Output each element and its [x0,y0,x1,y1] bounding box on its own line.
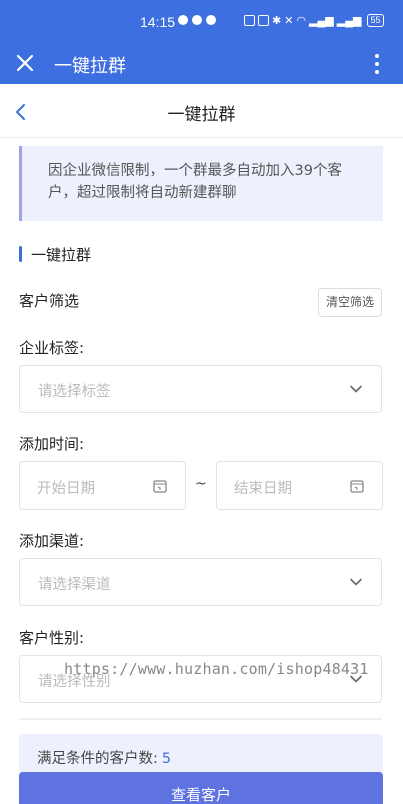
end-date-picker[interactable]: 结束日期 [216,461,383,510]
app-title: 一键拉群 [54,56,126,77]
clear-filter-button[interactable]: 清空筛选 [318,288,382,317]
tag-placeholder: 请选择标签 [38,384,111,400]
gender-label: 客户性别: [19,629,85,647]
start-date-placeholder: 开始日期 [37,481,95,497]
start-date-picker[interactable]: 开始日期 [19,461,186,510]
divider [19,718,382,720]
chat-notification-icon [178,15,188,25]
alarm-icon [258,15,269,26]
calendar-icon [153,480,167,493]
app-header: 一键拉群 [0,44,403,84]
section-title-text: 一键拉群 [31,245,92,264]
section-title: 一键拉群 [19,244,91,264]
page-nav: 一键拉群 [0,84,403,138]
mute-icon: ✕ [284,15,294,27]
signal-2-icon: ▂▄▆ [336,15,362,27]
channel-label: 添加渠道: [19,532,85,550]
more-icon-dot [375,62,379,66]
more-icon-dot [375,54,379,58]
message-notification-icon [206,15,216,25]
date-range-separator: ~ [195,476,207,492]
more-icon-dot [375,70,379,74]
end-date-placeholder: 结束日期 [234,481,292,497]
chevron-down-icon [350,385,362,393]
wifi-icon: ◠ [296,15,307,27]
battery-icon: 55 [367,14,384,27]
status-time: 14:15 [140,14,176,30]
filter-label: 客户筛选 [19,292,80,310]
time-label: 添加时间: [19,435,85,453]
section-accent-bar [19,246,22,262]
limit-notice: 因企业微信限制，一个群最多自动加入39个客户，超过限制将自动新建群聊 [19,146,383,221]
tag-select[interactable]: 请选择标签 [19,365,382,413]
result-label: 满足条件的客户数: [37,751,158,767]
view-customers-button[interactable]: 查看客户 [19,772,383,804]
result-count: 5 [161,751,172,767]
signal-icon: ▂▄▆ [309,15,334,27]
app-notification-icon [192,15,202,25]
system-status-icons: ✱ ✕ ◠ ▂▄▆ ▂▄▆ 55 [244,14,384,27]
tag-label: 企业标签: [19,339,85,357]
close-button[interactable] [12,50,38,76]
bluetooth-icon: ✱ [272,15,282,27]
channel-select[interactable]: 请选择渠道 [19,558,382,606]
chevron-down-icon [350,578,362,586]
page-title: 一键拉群 [167,105,236,125]
calendar-icon [350,480,364,493]
close-icon [16,54,34,72]
status-bar: 14:15 ✱ ✕ ◠ ▂▄▆ ▂▄▆ 55 [0,0,403,44]
more-menu-button[interactable] [368,50,386,78]
watermark: https://www.huzhan.com/ishop48431 [64,660,369,678]
notification-icons [178,15,216,25]
nfc-icon [244,15,255,26]
channel-placeholder: 请选择渠道 [38,577,111,593]
